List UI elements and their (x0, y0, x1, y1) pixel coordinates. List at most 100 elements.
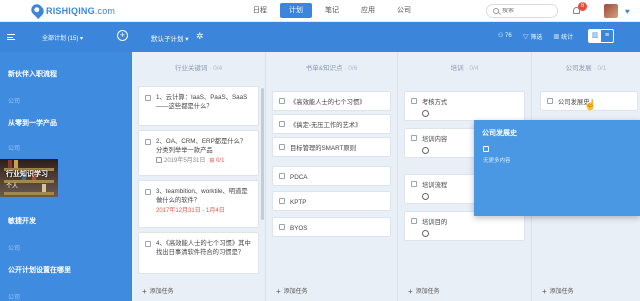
nav-company[interactable]: 公司 (388, 3, 420, 18)
board-view-icon[interactable]: ▥ (589, 30, 601, 42)
task-date: 2019年5月31日 (164, 158, 206, 164)
dragged-task-description: 无更多内容 (483, 158, 511, 164)
top-nav: 日程 计划 笔记 应用 公司 (244, 3, 420, 18)
sidebar-item-tag: 公司 (8, 246, 21, 252)
task-checkbox[interactable] (411, 181, 417, 187)
assignee-icon (422, 110, 429, 117)
task-checkbox[interactable] (279, 198, 285, 204)
gear-icon[interactable]: ✲ (196, 31, 204, 42)
menu-icon[interactable] (7, 34, 15, 40)
sub-plan-dropdown[interactable]: 默认子计划 ▾ (151, 33, 189, 43)
task-title: 培训内容 (422, 136, 448, 143)
column-scrollbar[interactable] (261, 88, 264, 220)
sidebar-item-active[interactable]: 行业知识学习 个人 (0, 159, 58, 197)
task-checkbox[interactable] (279, 98, 285, 104)
sidebar-item[interactable]: 公开计划设置在哪里 (0, 265, 132, 275)
task-title: 3、teambition、worktile、明道是做什么的软件？ (156, 188, 248, 204)
task-checkbox[interactable] (145, 189, 151, 195)
sidebar-item[interactable]: 从零到一学产品 (0, 118, 132, 128)
task-card[interactable]: 《搞定-无压工作的艺术》 (272, 114, 391, 134)
plan-sidebar: 新伙伴入职流程 公司 从零到一学产品 公司 行业知识学习 个人 敏捷开发 公司 … (0, 52, 132, 301)
subtask-count: ⊞ 0/1 (209, 158, 225, 164)
task-card[interactable]: 考核方式 (404, 91, 525, 121)
task-title: KPTP (290, 199, 307, 206)
task-title: 1、云计算：IaaS、PaaS、SaaS——这些都是什么？ (156, 94, 248, 110)
nav-plan[interactable]: 计划 (280, 3, 312, 18)
search-input[interactable] (502, 8, 552, 14)
list-view-icon[interactable]: ≡ (601, 30, 613, 42)
sidebar-item[interactable]: 敏捷开发 (0, 216, 132, 226)
avatar[interactable] (604, 4, 618, 18)
task-title: 培训流程 (422, 182, 448, 189)
search-box[interactable] (486, 4, 558, 18)
nav-notes[interactable]: 笔记 (316, 3, 348, 18)
task-card[interactable]: 2、OA、CRM、ERP都是什么？分类列举举一款产品 2019年5月31日 ⊞ 0… (138, 130, 259, 176)
task-card[interactable]: 《高效能人士的七个习惯》 (272, 91, 391, 111)
task-title: PDCA (290, 174, 308, 181)
task-checkbox[interactable] (411, 218, 417, 224)
sidebar-item-label: 行业知识学习 (6, 171, 48, 178)
task-checkbox[interactable] (145, 95, 151, 101)
nav-schedule[interactable]: 日程 (244, 3, 276, 18)
members-button[interactable]: ⚇ 76 (498, 32, 512, 41)
assignee-icon (422, 147, 429, 154)
column-header[interactable]: 书单&知识点 · 0/6 (266, 62, 397, 72)
task-title: 《高效能人士的七个习惯》 (290, 99, 366, 106)
calendar-icon (483, 146, 489, 152)
heart-icon[interactable]: ♥ (625, 7, 630, 16)
calendar-icon (156, 157, 162, 163)
logo[interactable]: RISHIQING.com (29, 2, 116, 19)
task-card[interactable]: KPTP (272, 191, 391, 211)
sidebar-item-tag: 公司 (8, 99, 21, 105)
task-card[interactable]: 目标管理的SMART原则 (272, 137, 391, 157)
board-column: 行业关键词 · 0/4 1、云计算：IaaS、PaaS、SaaS——这些都是什么… (132, 52, 266, 301)
sidebar-item-tag: 个人 (6, 184, 19, 190)
add-task-button[interactable]: 添加任务 (408, 286, 440, 296)
all-plans-dropdown[interactable]: 全部计划 (15) ▾ (42, 33, 83, 42)
task-card[interactable]: PDCA (272, 166, 391, 186)
task-title: 《搞定-无压工作的艺术》 (290, 122, 362, 129)
toolbar-tools: ⚇ 76 ▽ 筛选 ▦ 统计 (498, 32, 573, 41)
add-plan-button[interactable]: + (117, 30, 128, 41)
task-checkbox[interactable] (411, 98, 417, 104)
task-title: 目标管理的SMART原则 (290, 145, 357, 152)
task-checkbox[interactable] (547, 98, 553, 104)
stats-button[interactable]: ▦ 统计 (553, 32, 573, 41)
task-title: 培训目的 (422, 219, 448, 226)
hand-cursor-icon: ☝ (584, 100, 597, 111)
filter-button[interactable]: ▽ 筛选 (523, 32, 543, 41)
notification-badge: 6 (578, 2, 587, 11)
task-title: 4、《高效能人士的七个习惯》其中找出日事清软件符合的习惯是？ (156, 240, 251, 256)
logo-text: RISHIQING.com (46, 5, 116, 16)
task-card[interactable]: BYOS (272, 217, 391, 237)
column-header[interactable]: 培训 · 0/4 (398, 62, 531, 72)
task-checkbox[interactable] (411, 135, 417, 141)
board-column: 书单&知识点 · 0/6 《高效能人士的七个习惯》 《搞定-无压工作的艺术》 目… (266, 52, 398, 301)
task-checkbox[interactable] (145, 241, 151, 247)
add-task-button[interactable]: 添加任务 (542, 286, 574, 296)
task-checkbox[interactable] (279, 121, 285, 127)
sidebar-item[interactable]: 新伙伴入职流程 (0, 69, 132, 79)
logo-pin-icon (29, 2, 46, 19)
task-checkbox[interactable] (279, 144, 285, 150)
task-title: BYOS (290, 225, 308, 232)
search-icon (493, 8, 499, 14)
column-header[interactable]: 行业关键词 · 0/4 (132, 62, 265, 72)
task-card[interactable]: 3、teambition、worktile、明道是做什么的软件？ 2017年12… (138, 180, 259, 228)
assignee-icon (422, 193, 429, 200)
column-header[interactable]: 公司发展 · 0/1 (532, 62, 640, 72)
assignee-icon (422, 230, 429, 237)
nav-apps[interactable]: 应用 (352, 3, 384, 18)
task-title: 2、OA、CRM、ERP都是什么？分类列举举一款产品 (156, 138, 247, 154)
task-checkbox[interactable] (279, 173, 285, 179)
task-card[interactable]: 1、云计算：IaaS、PaaS、SaaS——这些都是什么？ (138, 86, 259, 126)
sidebar-item-tag: 公司 (8, 146, 21, 152)
task-date-range: 2017年12月31日 - 1月4日 (156, 208, 225, 214)
task-checkbox[interactable] (145, 139, 151, 145)
task-checkbox[interactable] (279, 224, 285, 230)
sidebar-item-tag: 公司 (8, 295, 21, 301)
add-task-button[interactable]: 添加任务 (142, 286, 174, 296)
dragged-task-card[interactable]: 公司发展史 无更多内容 (474, 120, 640, 216)
add-task-button[interactable]: 添加任务 (276, 286, 308, 296)
task-card[interactable]: 4、《高效能人士的七个习惯》其中找出日事清软件符合的习惯是？ (138, 232, 259, 274)
